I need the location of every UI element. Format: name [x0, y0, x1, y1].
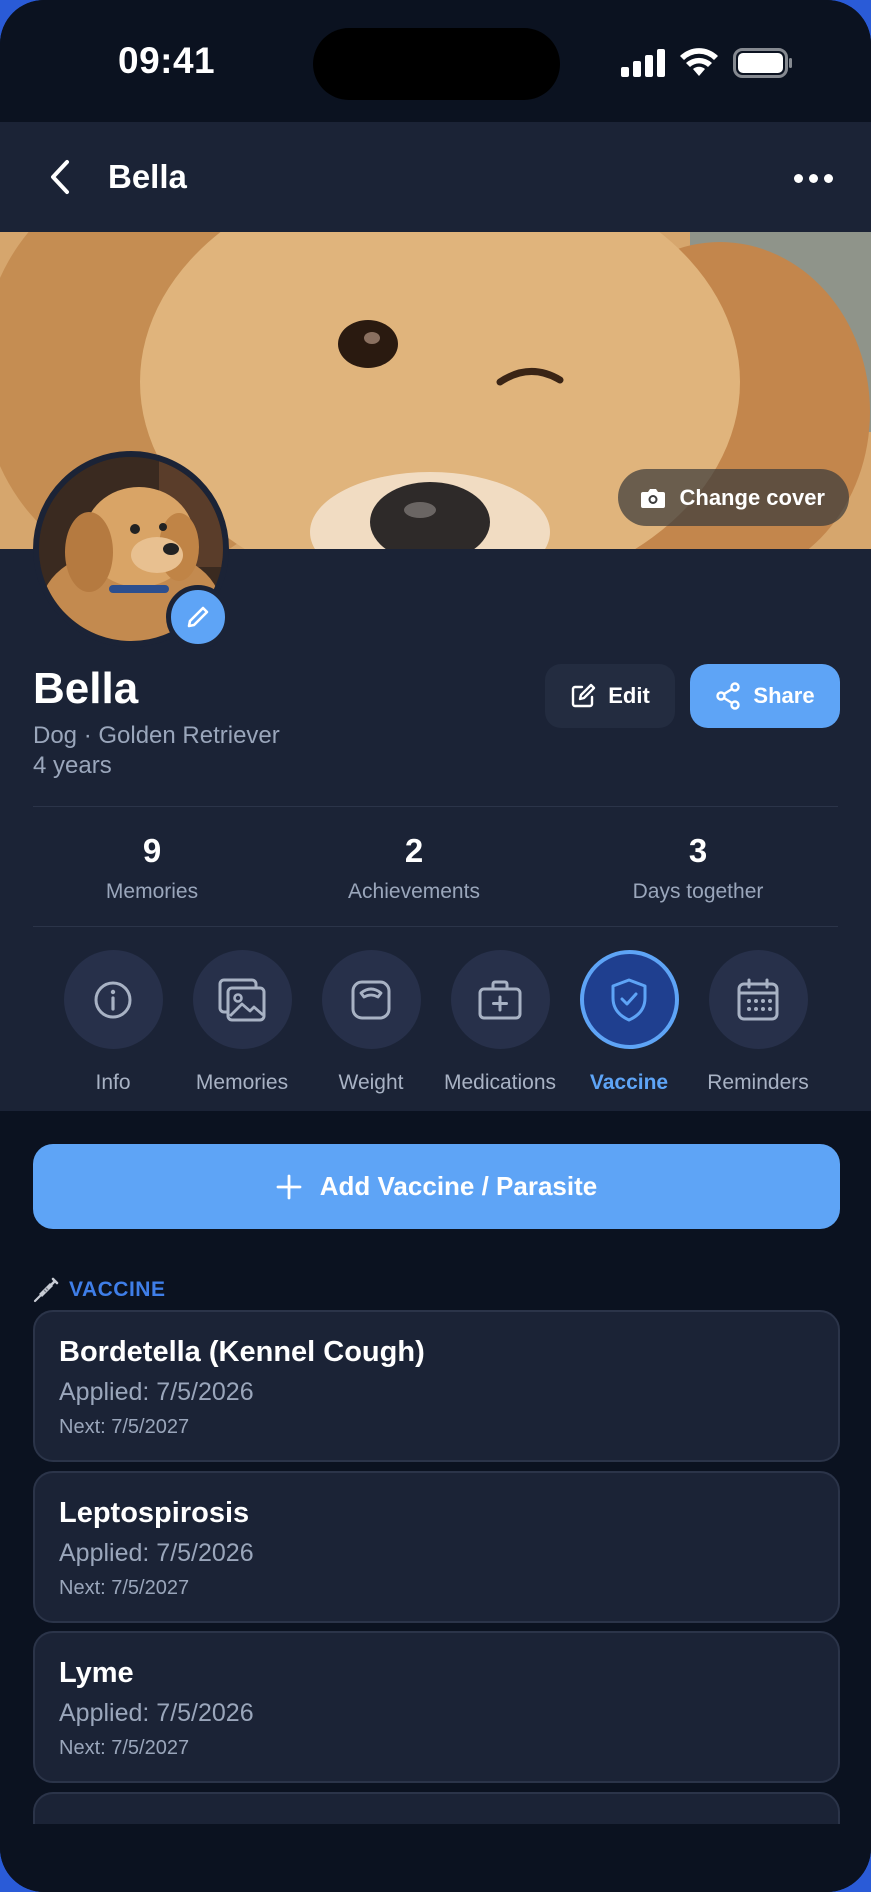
stat-memories: 9 Memories — [32, 832, 272, 904]
tab-label: Medications — [443, 1071, 557, 1094]
vaccine-next-date: Next: 7/5/2027 — [59, 1577, 190, 1599]
tab-label: Reminders — [707, 1071, 809, 1094]
edit-button-label: Edit — [608, 683, 650, 708]
edit-avatar-button[interactable] — [166, 585, 230, 649]
tab-icon-circle — [708, 950, 808, 1049]
divider — [33, 806, 838, 807]
tab-weight[interactable]: Weight — [306, 950, 436, 1095]
signal-icon — [621, 49, 665, 77]
stat-days-together: 3 Days together — [578, 832, 818, 904]
tab-vaccine[interactable]: Vaccine — [564, 950, 694, 1095]
vaccine-card[interactable]: Leptospirosis Applied: 7/5/2026 Next: 7/… — [33, 1471, 840, 1623]
tab-label: Info — [95, 1071, 131, 1094]
vaccine-section-header: VACCINE — [33, 1277, 165, 1303]
back-button[interactable] — [40, 154, 80, 200]
tab-label: Weight — [338, 1071, 404, 1094]
pet-age: 4 years — [33, 752, 112, 779]
more-dot-icon — [808, 173, 818, 183]
tab-medications[interactable]: Medications — [435, 950, 565, 1095]
vaccine-name: Bordetella (Kennel Cough) — [59, 1336, 425, 1368]
divider — [33, 926, 838, 927]
stat-label: Memories — [105, 880, 199, 903]
wifi-icon — [680, 48, 718, 76]
plus-icon — [276, 1174, 302, 1199]
pet-breed: Dog · Golden Retriever — [33, 722, 280, 749]
stat-value: 9 — [142, 832, 162, 869]
share-icon — [716, 682, 741, 710]
tab-info[interactable]: Info — [48, 950, 178, 1095]
stat-value: 2 — [404, 832, 424, 869]
battery-icon — [733, 48, 792, 78]
vaccine-applied-date: Applied: 7/5/2026 — [59, 1699, 254, 1727]
bottom-safe-area — [0, 1824, 871, 1892]
edit-button[interactable]: Edit — [545, 664, 675, 728]
nav-bar: Bella — [0, 122, 871, 232]
stat-achievements: 2 Achievements — [294, 832, 534, 904]
vaccine-name: Lyme — [59, 1657, 134, 1689]
shield-check-icon — [611, 978, 647, 1021]
vaccine-card[interactable]: Bordetella (Kennel Cough) Applied: 7/5/2… — [33, 1310, 840, 1462]
info-icon — [94, 981, 132, 1018]
status-time: 09:41 — [118, 40, 216, 81]
add-vaccine-button[interactable]: Add Vaccine / Parasite — [33, 1144, 840, 1229]
image-icon — [218, 978, 266, 1021]
stat-value: 3 — [688, 832, 708, 869]
camera-icon — [640, 488, 665, 508]
vaccine-card[interactable]: Lyme Applied: 7/5/2026 Next: 7/5/2027 — [33, 1631, 840, 1783]
vaccine-next-date: Next: 7/5/2027 — [59, 1416, 190, 1438]
tab-label: Memories — [195, 1071, 289, 1094]
tab-icon-circle — [321, 950, 421, 1049]
status-bar: 09:41 — [0, 0, 871, 122]
vaccine-applied-date: Applied: 7/5/2026 — [59, 1378, 254, 1406]
edit-square-icon — [572, 683, 596, 708]
tab-reminders[interactable]: Reminders — [693, 950, 823, 1095]
tab-icon-circle — [579, 950, 679, 1049]
chevron-left-icon — [51, 160, 69, 194]
dynamic-island — [313, 28, 560, 100]
more-dot-icon — [793, 173, 803, 183]
tab-memories[interactable]: Memories — [177, 950, 307, 1095]
syringe-icon — [33, 1277, 59, 1303]
tab-icon-circle — [450, 950, 550, 1049]
pencil-icon — [187, 606, 209, 628]
section-title: VACCINE — [69, 1278, 166, 1301]
vaccine-name: Leptospirosis — [59, 1497, 250, 1529]
more-dot-icon — [823, 173, 833, 183]
scale-icon — [351, 980, 391, 1019]
stat-label: Achievements — [348, 880, 480, 903]
phone-screen: 09:41 Bella Change cover Bella Dog · Gol… — [0, 0, 871, 1892]
change-cover-label: Change cover — [679, 484, 826, 510]
nav-title: Bella — [108, 158, 187, 195]
section-tabs: Info Memories Weight Medications Vaccine… — [0, 950, 871, 1100]
vaccine-applied-date: Applied: 7/5/2026 — [59, 1539, 254, 1567]
medkit-icon — [478, 980, 522, 1019]
more-options-button[interactable] — [785, 160, 841, 196]
change-cover-button[interactable]: Change cover — [617, 469, 849, 526]
status-icons — [621, 48, 793, 78]
vaccine-next-date: Next: 7/5/2027 — [59, 1737, 190, 1759]
calendar-icon — [737, 978, 779, 1020]
stat-label: Days together — [632, 880, 764, 903]
add-vaccine-label: Add Vaccine / Parasite — [319, 1171, 598, 1201]
share-button-label: Share — [753, 683, 815, 708]
pet-name: Bella — [33, 664, 139, 713]
tab-icon-circle — [63, 950, 163, 1049]
tab-label: Vaccine — [589, 1071, 669, 1094]
share-button[interactable]: Share — [690, 664, 840, 728]
tab-icon-circle — [192, 950, 292, 1049]
